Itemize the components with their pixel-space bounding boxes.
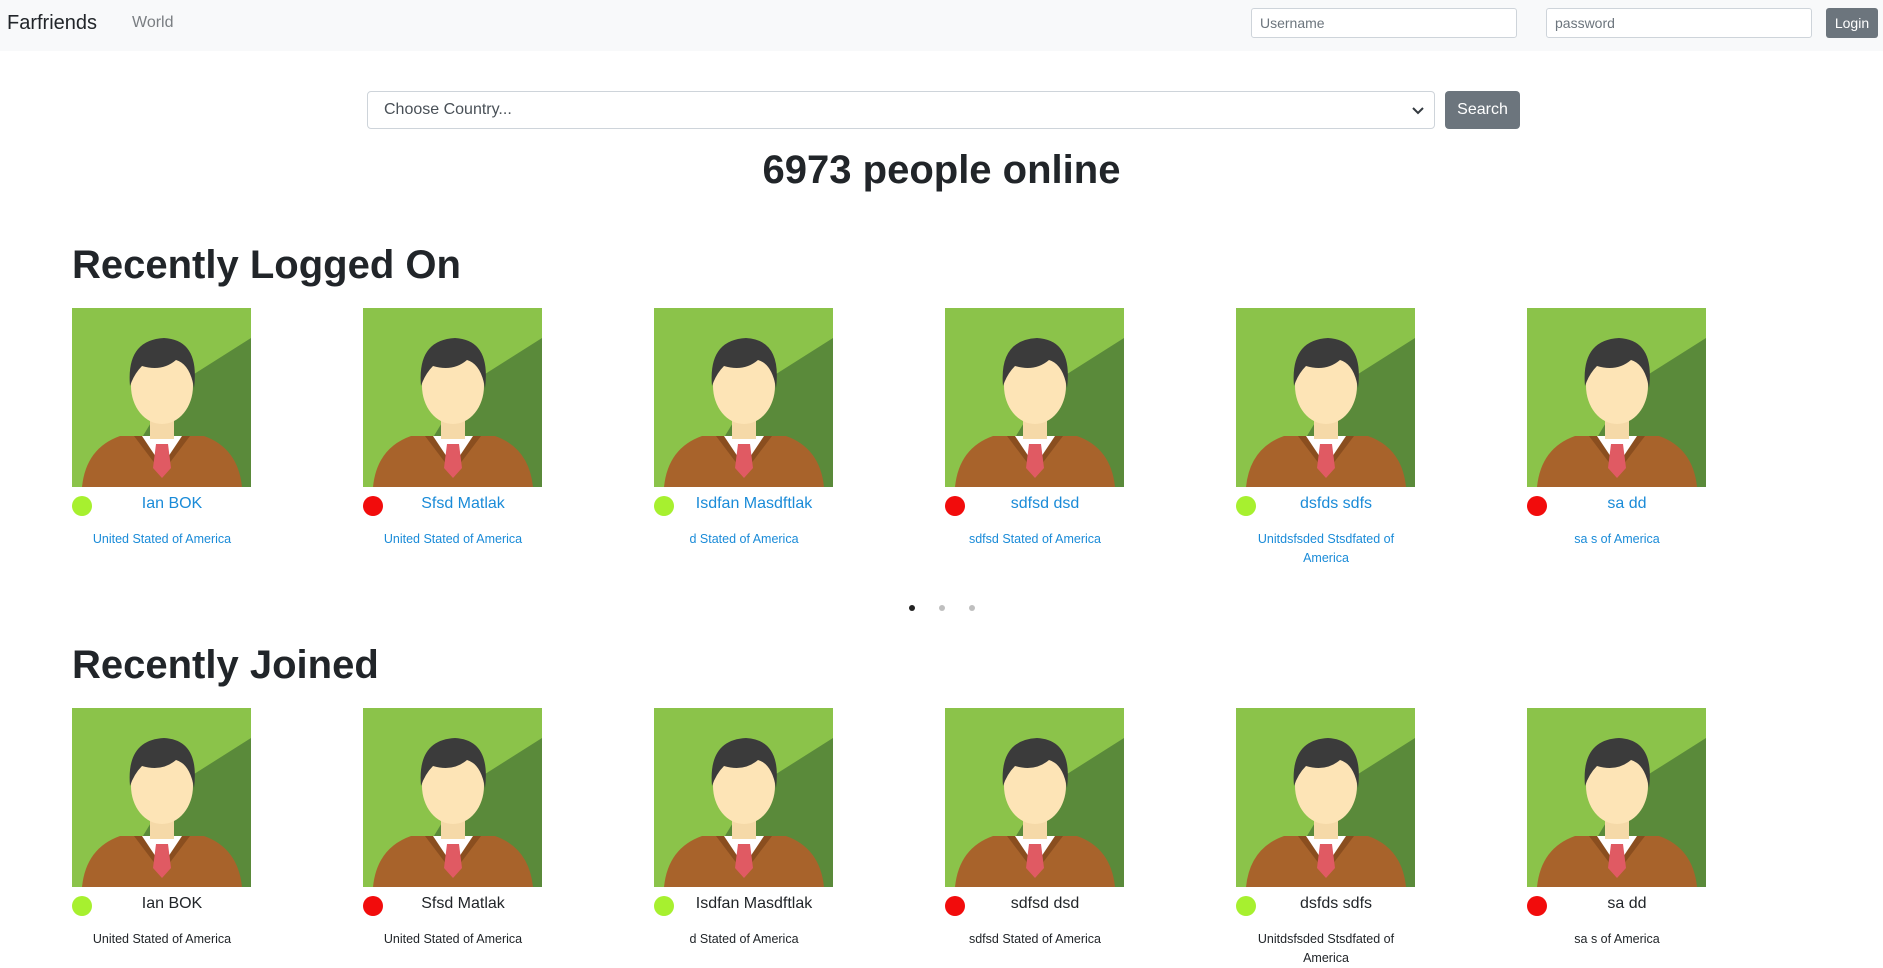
user-name[interactable]: sa dd xyxy=(1547,495,1707,513)
user-name[interactable]: Ian BOK xyxy=(92,495,252,513)
login-button[interactable]: Login xyxy=(1826,8,1878,38)
online-count: 6973 people online xyxy=(762,148,1121,192)
user-name[interactable]: sdfsd dsd xyxy=(965,495,1125,513)
user-country[interactable]: United Stated of America xyxy=(363,530,543,549)
user-name: sdfsd dsd xyxy=(1010,895,1080,912)
status-dot-icon xyxy=(1527,896,1547,916)
status-dot-icon xyxy=(1527,496,1547,516)
avatar-image xyxy=(72,708,251,887)
user-country[interactable]: Unitdsfsded Stsdfated of America xyxy=(1236,530,1416,568)
status-dot-icon xyxy=(945,896,965,916)
avatar-image xyxy=(72,308,251,487)
user-country: United Stated of America xyxy=(383,932,523,946)
avatar-image xyxy=(945,708,1124,887)
avatar-image xyxy=(1527,708,1706,887)
user-name: Sfsd Matlak xyxy=(421,895,505,912)
user-name: Isdfan Masdftlak xyxy=(695,895,813,912)
user-country: sa s of America xyxy=(1574,932,1660,946)
user-country[interactable]: United Stated of America xyxy=(72,530,252,549)
carousel-dot-2[interactable] xyxy=(939,605,945,611)
user-name[interactable]: Sfsd Matlak xyxy=(383,495,543,513)
avatar-image xyxy=(363,308,542,487)
status-dot-icon xyxy=(1236,496,1256,516)
avatar-image xyxy=(363,708,542,887)
username-input[interactable] xyxy=(1251,8,1517,38)
user-name: sa dd xyxy=(1607,895,1647,912)
status-dot-icon xyxy=(945,496,965,516)
status-dot-icon xyxy=(1236,896,1256,916)
password-input[interactable] xyxy=(1546,8,1812,38)
status-dot-icon xyxy=(363,496,383,516)
avatar-image xyxy=(1236,708,1415,887)
carousel-dot-1[interactable] xyxy=(909,605,915,611)
navbar: Farfriends World Login xyxy=(0,0,1883,51)
status-dot-icon xyxy=(72,896,92,916)
avatar-image xyxy=(1527,308,1706,487)
user-country: d Stated of America xyxy=(689,932,799,946)
user-name[interactable]: Isdfan Masdftlak xyxy=(674,495,834,513)
status-dot-icon xyxy=(654,496,674,516)
user-country[interactable]: d Stated of America xyxy=(654,530,834,549)
avatar-image xyxy=(654,708,833,887)
user-country: sdfsd Stated of America xyxy=(968,932,1101,946)
avatar-image xyxy=(945,308,1124,487)
user-name[interactable]: dsfds sdfs xyxy=(1256,495,1416,513)
nav-link-world[interactable]: World xyxy=(132,14,174,32)
user-country[interactable]: sdfsd Stated of America xyxy=(945,530,1125,549)
search-button[interactable]: Search xyxy=(1445,91,1520,129)
status-dot-icon xyxy=(363,896,383,916)
user-country: Unitdsfsded Stsdfated of America xyxy=(1257,932,1395,965)
chevron-down-icon xyxy=(1412,107,1424,115)
recently-logged-on-title: Recently Logged On xyxy=(72,243,461,287)
user-country[interactable]: sa s of America xyxy=(1527,530,1707,549)
country-select[interactable]: Choose Country... xyxy=(367,91,1435,129)
user-name: Ian BOK xyxy=(141,895,203,912)
user-country: United Stated of America xyxy=(92,932,232,946)
brand-link[interactable]: Farfriends xyxy=(7,12,97,35)
country-select-value: Choose Country... xyxy=(384,101,512,118)
avatar-image xyxy=(654,308,833,487)
user-name: dsfds sdfs xyxy=(1299,895,1373,912)
carousel-dot-3[interactable] xyxy=(969,605,975,611)
avatar-image xyxy=(1236,308,1415,487)
recently-joined-title: Recently Joined xyxy=(72,643,379,687)
status-dot-icon xyxy=(654,896,674,916)
carousel-indicators xyxy=(905,602,975,614)
status-dot-icon xyxy=(72,496,92,516)
